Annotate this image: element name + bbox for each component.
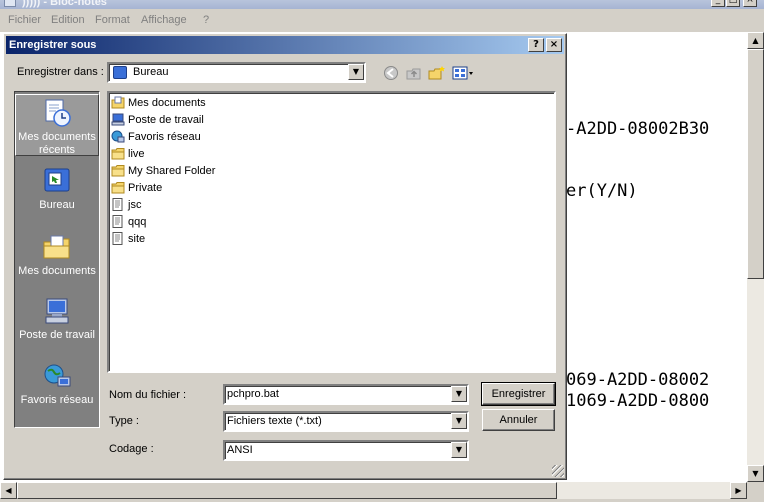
list-item[interactable]: Favoris réseau xyxy=(111,128,201,145)
chevron-down-icon[interactable]: ▼ xyxy=(451,386,467,402)
list-item[interactable]: jsc xyxy=(111,196,141,213)
text-file-icon xyxy=(111,215,125,228)
minimize-button[interactable]: _ xyxy=(711,0,725,7)
place-network[interactable]: Favoris réseau xyxy=(15,357,99,417)
place-label: Bureau xyxy=(39,199,75,211)
folder-icon xyxy=(111,181,125,194)
list-item[interactable]: site xyxy=(111,230,145,247)
new-folder-icon[interactable] xyxy=(428,65,446,81)
help-button[interactable]: ? xyxy=(528,38,544,52)
dialog-close-button[interactable]: × xyxy=(546,38,562,52)
network-places-icon xyxy=(42,361,72,391)
place-label: Mes documents récents xyxy=(18,131,96,156)
my-documents-icon xyxy=(42,232,72,262)
scroll-right-arrow-icon[interactable]: ▶ xyxy=(730,482,747,499)
horizontal-scrollbar[interactable]: ◀ ▶ xyxy=(0,482,747,499)
save-in-value: Bureau xyxy=(133,66,169,78)
text-line: er(Y/N) xyxy=(566,181,638,201)
scroll-left-arrow-icon[interactable]: ◀ xyxy=(0,482,17,499)
place-label: Poste de travail xyxy=(19,329,95,341)
place-my-documents[interactable]: Mes documents xyxy=(15,228,99,288)
view-menu-icon[interactable] xyxy=(452,65,476,81)
file-name: Private xyxy=(128,181,163,194)
back-icon[interactable] xyxy=(382,65,400,81)
maximize-button[interactable]: □ xyxy=(726,0,740,7)
recent-documents-icon xyxy=(42,98,72,128)
encoding-label: Codage : xyxy=(109,443,154,455)
menu-edition[interactable]: Edition xyxy=(51,14,85,26)
file-name: Mes documents xyxy=(128,96,206,109)
scroll-corner xyxy=(747,482,764,502)
list-item[interactable]: Poste de travail xyxy=(111,111,204,128)
list-item[interactable]: qqq xyxy=(111,213,146,230)
place-desktop[interactable]: Bureau xyxy=(15,162,99,222)
text-line: -A2DD-08002B30 xyxy=(566,119,710,139)
notepad-menu-bar: Fichier Edition Format Affichage ? xyxy=(0,9,764,32)
place-recent-documents[interactable]: Mes documents récents xyxy=(15,94,99,156)
place-label: Mes documents xyxy=(18,265,96,277)
folder-icon xyxy=(111,164,125,177)
file-name: Favoris réseau xyxy=(128,130,201,143)
text-file-icon xyxy=(111,232,125,245)
file-name: live xyxy=(128,147,145,160)
type-label: Type : xyxy=(109,415,139,427)
notepad-app-icon xyxy=(4,0,16,7)
file-name: Poste de travail xyxy=(128,113,204,126)
place-my-computer[interactable]: Poste de travail xyxy=(15,292,99,352)
vertical-scroll-thumb[interactable] xyxy=(747,49,764,279)
chevron-down-icon[interactable]: ▼ xyxy=(451,442,467,458)
horizontal-scroll-thumb[interactable] xyxy=(17,482,557,499)
list-item[interactable]: Private xyxy=(111,179,162,196)
up-folder-icon[interactable] xyxy=(405,65,423,81)
folder-icon xyxy=(111,147,125,160)
my-documents-icon xyxy=(111,96,125,109)
cancel-button[interactable]: Annuler xyxy=(482,409,555,431)
file-name: jsc xyxy=(128,198,142,211)
save-as-dialog: Enregistrer sous ? × Enregistrer dans : … xyxy=(3,33,567,480)
place-label: Favoris réseau xyxy=(20,394,94,406)
text-file-icon xyxy=(111,198,125,211)
desktop-icon xyxy=(42,166,72,196)
desktop-icon xyxy=(113,66,127,79)
list-item[interactable]: My Shared Folder xyxy=(111,162,215,179)
scroll-up-arrow-icon[interactable]: ▲ xyxy=(747,32,764,49)
chevron-down-icon[interactable]: ▼ xyxy=(451,413,467,429)
window-close-button[interactable]: × xyxy=(743,0,757,7)
my-computer-icon xyxy=(42,296,72,326)
vertical-scrollbar[interactable]: ▲ ▼ xyxy=(747,32,764,482)
list-item[interactable]: Mes documents xyxy=(111,94,206,111)
file-name: site xyxy=(128,232,146,245)
scroll-down-arrow-icon[interactable]: ▼ xyxy=(747,465,764,482)
encoding-select[interactable]: ANSI ▼ xyxy=(223,440,469,461)
filename-input[interactable]: pchpro.bat ▼ xyxy=(223,384,469,405)
file-name: My Shared Folder xyxy=(128,164,216,177)
save-in-select[interactable]: Bureau ▼ xyxy=(107,62,366,83)
dialog-title-bar[interactable]: Enregistrer sous ? × xyxy=(6,36,564,54)
save-button[interactable]: Enregistrer xyxy=(481,382,556,406)
my-computer-icon xyxy=(111,113,125,126)
resize-grip[interactable] xyxy=(552,465,564,477)
notepad-title-bar: ))))) - Bloc-notes _ □ × xyxy=(0,0,764,9)
network-places-icon xyxy=(111,130,125,143)
type-value: Fichiers texte (*.txt) xyxy=(227,415,322,427)
text-line: 1069-A2DD-0800 xyxy=(566,391,710,411)
filename-value: pchpro.bat xyxy=(227,388,279,400)
file-list[interactable]: Mes documents Poste de travail Favoris r… xyxy=(107,91,556,373)
menu-format[interactable]: Format xyxy=(95,14,130,26)
chevron-down-icon[interactable]: ▼ xyxy=(348,64,364,80)
file-name: qqq xyxy=(128,215,147,228)
save-in-label: Enregistrer dans : xyxy=(17,66,104,78)
type-select[interactable]: Fichiers texte (*.txt) ▼ xyxy=(223,411,469,432)
dialog-title: Enregistrer sous xyxy=(9,39,97,51)
notepad-title: ))))) - Bloc-notes xyxy=(22,0,107,8)
list-item[interactable]: live xyxy=(111,145,145,162)
menu-help[interactable]: ? xyxy=(203,14,209,26)
encoding-value: ANSI xyxy=(227,444,253,456)
filename-label: Nom du fichier : xyxy=(109,389,187,401)
menu-fichier[interactable]: Fichier xyxy=(8,14,41,26)
menu-affichage[interactable]: Affichage xyxy=(141,14,187,26)
text-line: 069-A2DD-08002 xyxy=(566,370,710,390)
places-bar: Mes documents récents Bureau Mes documen… xyxy=(14,91,100,428)
